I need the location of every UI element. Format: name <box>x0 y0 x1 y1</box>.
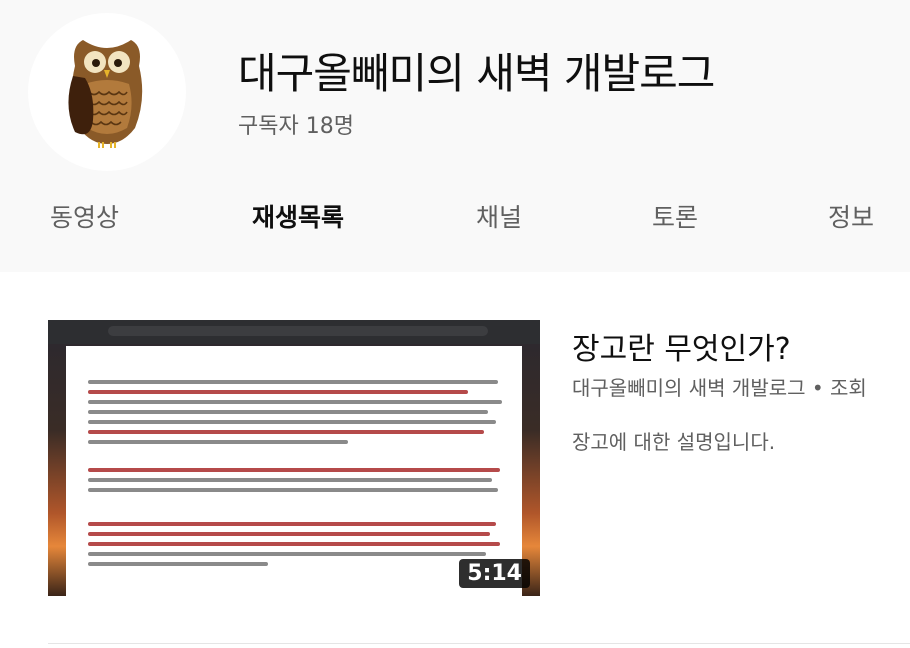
tab-channels[interactable]: 채널 <box>476 198 522 234</box>
doc-line <box>88 440 348 444</box>
channel-tabs: 동영상 재생목록 채널 토론 정보 <box>0 198 910 248</box>
doc-line <box>88 380 498 384</box>
thumbnail-browser-bar <box>48 320 540 344</box>
doc-line <box>88 400 502 404</box>
doc-line <box>88 430 484 434</box>
tab-about[interactable]: 정보 <box>828 198 874 234</box>
owl-icon <box>68 40 143 148</box>
tab-playlists[interactable]: 재생목록 <box>252 198 344 234</box>
divider <box>48 643 910 644</box>
doc-line <box>88 562 268 566</box>
tab-videos[interactable]: 동영상 <box>50 198 119 234</box>
channel-name: 대구올빼미의 새벽 개발로그 <box>238 49 715 98</box>
doc-line <box>88 468 500 472</box>
thumbnail-document <box>66 346 522 596</box>
doc-line <box>88 410 488 414</box>
doc-line <box>88 542 500 546</box>
channel-header: 대구올빼미의 새벽 개발로그 구독자 18명 동영상 재생목록 채널 토론 정보 <box>0 0 910 272</box>
video-meta: 대구올빼미의 새벽 개발로그 • 조회 <box>572 376 867 400</box>
channel-avatar[interactable] <box>28 13 186 171</box>
doc-line <box>88 522 496 526</box>
doc-line <box>88 552 486 556</box>
doc-line <box>88 420 496 424</box>
video-description: 장고에 대한 설명입니다. <box>572 430 776 454</box>
doc-line <box>88 488 498 492</box>
video-thumbnail[interactable]: 5:14 <box>48 320 540 596</box>
video-title[interactable]: 장고란 무엇인가? <box>572 324 791 368</box>
tab-discussion[interactable]: 토론 <box>652 198 698 234</box>
doc-line <box>88 478 492 482</box>
doc-line <box>88 532 490 536</box>
video-duration: 5:14 <box>459 559 530 588</box>
thumbnail-url-bar <box>108 326 488 336</box>
doc-line <box>88 390 468 394</box>
subscriber-count: 구독자 18명 <box>238 114 354 139</box>
